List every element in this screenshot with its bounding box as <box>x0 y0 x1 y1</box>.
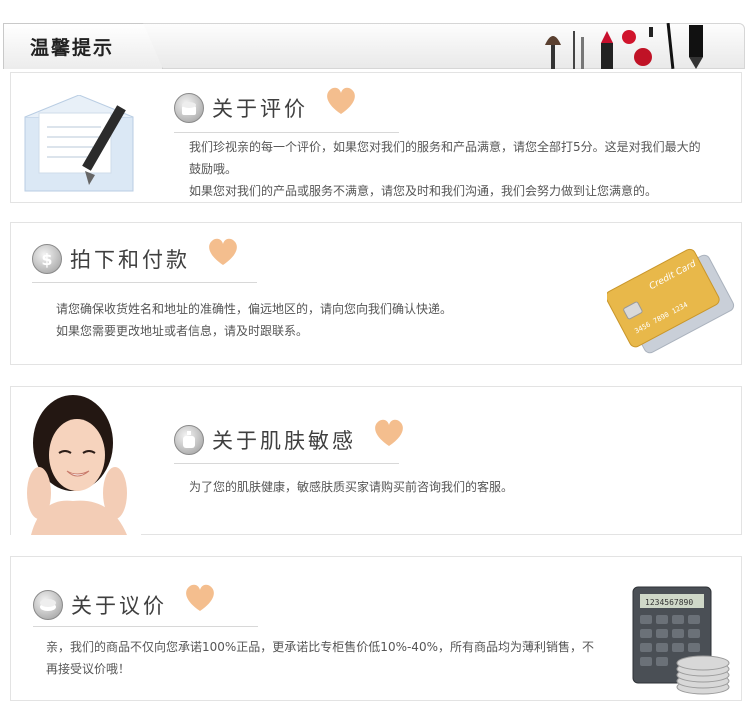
section-body: 请您确保收货姓名和地址的准确性，偏远地区的，请向您向我们确认快递。 如果您需要更… <box>56 298 576 342</box>
calculator-coins-icon: 1234567890 <box>632 586 730 695</box>
envelope-pen-icon <box>24 95 134 192</box>
section-body: 我们珍视亲的每一个评价，如果您对我们的服务和产品满意，请您全部打5分。这是对我们… <box>189 136 741 202</box>
page-header: 温馨提示 <box>3 23 745 69</box>
section-heading: 关于评价 <box>174 87 358 123</box>
body-line: 为了您的肌肤健康，敏感肤质买家请购买前咨询我们的客服。 <box>189 480 514 494</box>
body-line: 再接受议价哦！ <box>46 662 131 676</box>
cream-jar-icon <box>174 93 204 123</box>
section-heading: $ 拍下和付款 <box>32 238 240 274</box>
body-line: 如果您需要更改地址或者信息，请及时跟联系。 <box>56 324 309 338</box>
body-line: 请您确保收货姓名和地址的准确性，偏远地区的，请向您向我们确认快递。 <box>56 302 453 316</box>
heading-divider <box>33 626 258 627</box>
heading-divider <box>174 463 399 464</box>
section-review: 关于评价 我们珍视亲的每一个评价，如果您对我们的服务和产品满意，请您全部打5分。… <box>10 72 742 203</box>
credit-card-icon: Credit Card 3456 7890 1234 <box>607 248 735 354</box>
section-body: 亲，我们的商品不仅向您承诺100%正品，更承诺比专柜售价低10%-40%，所有商… <box>46 636 606 680</box>
section-body: 为了您的肌肤健康，敏感肤质买家请购买前咨询我们的客服。 <box>189 476 709 498</box>
cosmetics-icon <box>545 23 703 69</box>
body-line: 鼓励哦。 <box>189 162 238 176</box>
heart-icon <box>375 419 403 446</box>
section-bargaining: 关于议价 亲，我们的商品不仅向您承诺100%正品，更承诺比专柜售价低10%-40… <box>10 556 742 701</box>
section-heading: 关于议价 <box>33 584 217 620</box>
heart-icon <box>327 87 355 114</box>
calculator-display: 1234567890 <box>645 598 693 607</box>
heart-icon <box>209 238 237 265</box>
section-payment: $ 拍下和付款 请您确保收货姓名和地址的准确性，偏远地区的，请向您向我们确认快递… <box>10 222 742 365</box>
section-sensitive-skin: 关于肌肤敏感 为了您的肌肤健康，敏感肤质买家请购买前咨询我们的客服。 <box>10 386 742 535</box>
body-line: 我们珍视亲的每一个评价，如果您对我们的服务和产品满意，请您全部打5分。这是对我们… <box>189 140 701 154</box>
heading-divider <box>174 132 399 133</box>
body-line: 如果您对我们的产品或服务不满意，请您及时和我们沟通，我们会努力做到让您满意的。 <box>189 184 658 198</box>
heading-text: 关于议价 <box>71 594 167 618</box>
makeup-compact-icon <box>33 590 63 620</box>
perfume-bottle-icon <box>174 425 204 455</box>
heading-divider <box>32 282 257 283</box>
dollar-icon: $ <box>32 244 62 274</box>
body-line: 亲，我们的商品不仅向您承诺100%正品，更承诺比专柜售价低10%-40%，所有商… <box>46 640 594 654</box>
heading-text: 拍下和付款 <box>70 248 190 272</box>
smiling-woman-photo <box>11 391 141 535</box>
page-title: 温馨提示 <box>30 37 115 59</box>
section-heading: 关于肌肤敏感 <box>174 419 406 455</box>
heading-text: 关于评价 <box>212 97 308 121</box>
heart-icon <box>186 584 214 611</box>
heading-text: 关于肌肤敏感 <box>212 429 356 453</box>
